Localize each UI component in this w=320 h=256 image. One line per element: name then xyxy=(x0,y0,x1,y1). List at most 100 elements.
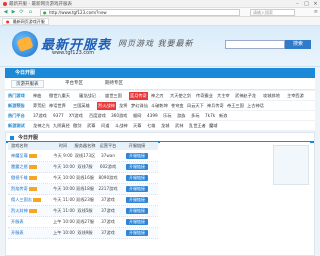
tag-link[interactable]: 七雄 xyxy=(147,122,155,130)
tag-link[interactable]: 斗战神 xyxy=(115,122,128,130)
tag-link[interactable]: 360游戏 xyxy=(111,112,127,120)
forward-icon[interactable]: ▶ xyxy=(10,9,17,16)
tag-link[interactable]: 莽荒纪 xyxy=(33,102,46,110)
menu-icon[interactable]: ≡ xyxy=(314,9,318,15)
open-link-button[interactable]: 开服链接 xyxy=(126,153,148,159)
tag-link[interactable]: 神话世界 xyxy=(49,102,66,110)
link-cell: 开服链接 xyxy=(119,173,155,183)
back-icon[interactable]: ◀ xyxy=(2,9,9,16)
tag-link[interactable]: 4399 xyxy=(147,112,158,120)
tag-link[interactable]: 风云天下 xyxy=(187,102,204,110)
tag-link[interactable]: 三国英雄 xyxy=(73,102,90,110)
minimize-icon[interactable]: – xyxy=(293,0,302,8)
tag-link[interactable]: 龙将 xyxy=(119,102,127,110)
tag-link[interactable]: 天尊 xyxy=(133,122,141,130)
tag-link[interactable]: 梦幻诛仙 xyxy=(131,102,148,110)
tag-link[interactable]: 傲剑 xyxy=(73,122,81,130)
tag-row-hot-games: 热门游戏 神曲 傲世九重天 屠龙战记 盛世三国 蓝月传奇 神之刃 大天使之剑 传… xyxy=(5,91,315,101)
time-cell: 今天 10:00 xyxy=(53,164,75,169)
tag-link[interactable]: 多玩 xyxy=(191,112,199,120)
server-cell: 双线173区 xyxy=(74,153,96,158)
tag-link[interactable]: 大主宰 xyxy=(217,92,230,100)
tag-link[interactable]: 神之刃 xyxy=(151,92,164,100)
tag-link[interactable]: 武林 xyxy=(175,122,183,130)
tag-link[interactable]: 新浪 xyxy=(219,112,227,120)
open-link-button[interactable]: 开服链接 xyxy=(126,197,148,203)
subtab-platforms[interactable]: 平台专区 xyxy=(61,80,87,88)
tag-link[interactable]: 魔域 xyxy=(209,122,217,130)
tag-link[interactable]: 斗破乾坤 xyxy=(151,102,168,110)
game-name[interactable]: 雷霆之怒 xyxy=(11,164,28,169)
open-link-button[interactable]: 开服链接 xyxy=(126,219,148,225)
tag-link[interactable]: 神兵传奇 xyxy=(207,102,224,110)
tag-link[interactable]: 百度游戏 xyxy=(89,112,106,120)
col-link: 开服链接 xyxy=(128,143,146,148)
tag-link[interactable]: 龙城 xyxy=(161,122,169,130)
tag-link[interactable]: 乐玩 xyxy=(163,112,171,120)
tag-link[interactable]: 问道 xyxy=(101,122,109,130)
tag-link[interactable]: 九阴真经 xyxy=(53,122,70,130)
tag-link[interactable]: 乱世王者 xyxy=(189,122,206,130)
slogan: 网页游戏 我要最新 xyxy=(118,39,194,48)
game-name[interactable]: 开服表 xyxy=(11,230,24,235)
server-cell: 双线9服 xyxy=(77,230,93,235)
tag-link[interactable]: 大天使之剑 xyxy=(170,92,191,100)
game-name[interactable]: 烈焰传奇 xyxy=(11,186,28,191)
tag-link[interactable]: 苍穹变 xyxy=(171,102,184,110)
tag-link[interactable]: 武尊 xyxy=(87,122,95,130)
tag-link[interactable]: 盛世三国 xyxy=(105,92,122,100)
tag-link[interactable]: 龙神之光 xyxy=(33,122,50,130)
platform-cell: 37游戏 xyxy=(101,219,115,224)
open-link-button[interactable]: 开服链接 xyxy=(126,208,148,214)
nav-item-today[interactable]: 今日开服 xyxy=(15,68,35,78)
tag-link[interactable]: 主宰西游 xyxy=(287,92,304,100)
open-link-button[interactable]: 开服链接 xyxy=(126,164,148,170)
tag-link[interactable]: 帝王三国 xyxy=(227,102,244,110)
tag-link[interactable]: XY游戏 xyxy=(69,112,83,120)
tag-link[interactable]: 傲世九重天 xyxy=(49,92,70,100)
tag-link[interactable]: 游族 xyxy=(177,112,185,120)
tag-link[interactable]: 37游戏 xyxy=(33,112,47,120)
side-area xyxy=(160,142,310,252)
tag-link[interactable]: 武神赵子龙 xyxy=(235,92,256,100)
site-search-input[interactable] xyxy=(225,40,285,49)
tag-link[interactable]: 上古神话 xyxy=(247,102,264,110)
tag-link[interactable]: 攻城掠地 xyxy=(263,92,280,100)
tag-row-platforms: 热门平台 37游戏 9377 XY游戏 百度游戏 360游戏 顺网 4399 乐… xyxy=(5,111,315,121)
subtab-upcoming[interactable]: 期待专区 xyxy=(101,80,127,88)
game-name[interactable]: 烈火封神 xyxy=(11,208,28,213)
tag-link[interactable]: 7k7k xyxy=(205,112,215,120)
open-link-button[interactable]: 开服链接 xyxy=(126,186,148,192)
tag-link[interactable]: 顺网 xyxy=(133,112,141,120)
table-header: 游戏名称 时间 服务器名称 运营平台 开服链接 xyxy=(8,142,158,150)
game-badge-icon xyxy=(28,187,37,191)
tag-link[interactable]: 传奇霸业 xyxy=(196,92,213,100)
game-name[interactable]: 神魔至尊 xyxy=(11,153,28,158)
refresh-icon[interactable]: ⟳ xyxy=(18,9,25,16)
tag-link[interactable]: 屠龙战记 xyxy=(79,92,96,100)
maximize-icon[interactable]: □ xyxy=(302,0,311,8)
tag-link[interactable]: 9377 xyxy=(53,112,64,120)
open-link-button[interactable]: 开服链接 xyxy=(126,175,148,181)
browser-tab[interactable]: ● 最新网页游戏开服 xyxy=(2,18,49,25)
site-search-button[interactable]: 搜索 xyxy=(285,40,311,49)
tag-link-highlight[interactable]: 蓝月传奇 xyxy=(129,92,148,100)
browser-search-input[interactable]: 请输入搜索 xyxy=(250,9,295,16)
game-name[interactable]: 佣人三国志 xyxy=(11,197,32,202)
panel-title: 今日开服 xyxy=(18,135,39,141)
game-badge-icon xyxy=(32,198,41,202)
tag-link-highlight[interactable]: 烈火战神 xyxy=(97,102,116,110)
brand-logo-icon[interactable] xyxy=(12,31,38,57)
open-link-button[interactable]: 开服链接 xyxy=(126,230,148,236)
platform-cell: 2217游戏 xyxy=(98,186,118,191)
server-cell: 双线23服 xyxy=(76,197,94,202)
home-icon[interactable]: ⌂ xyxy=(27,9,34,16)
tag-row-test-games: 新游测试 龙神之光 九阴真经 傲剑 武尊 问道 斗战神 天尊 七雄 龙城 武林 … xyxy=(5,121,315,131)
tag-link[interactable]: 神曲 xyxy=(33,92,41,100)
game-cell: 傲视千雄 xyxy=(8,173,53,183)
address-bar[interactable]: ● http://www.tgf123.com/?new xyxy=(40,9,240,16)
close-icon[interactable]: × xyxy=(311,0,320,8)
game-name[interactable]: 开服表 xyxy=(11,219,24,224)
subtab-open-list[interactable]: 页游开服表 xyxy=(11,80,44,88)
game-name[interactable]: 傲视千雄 xyxy=(11,175,28,180)
